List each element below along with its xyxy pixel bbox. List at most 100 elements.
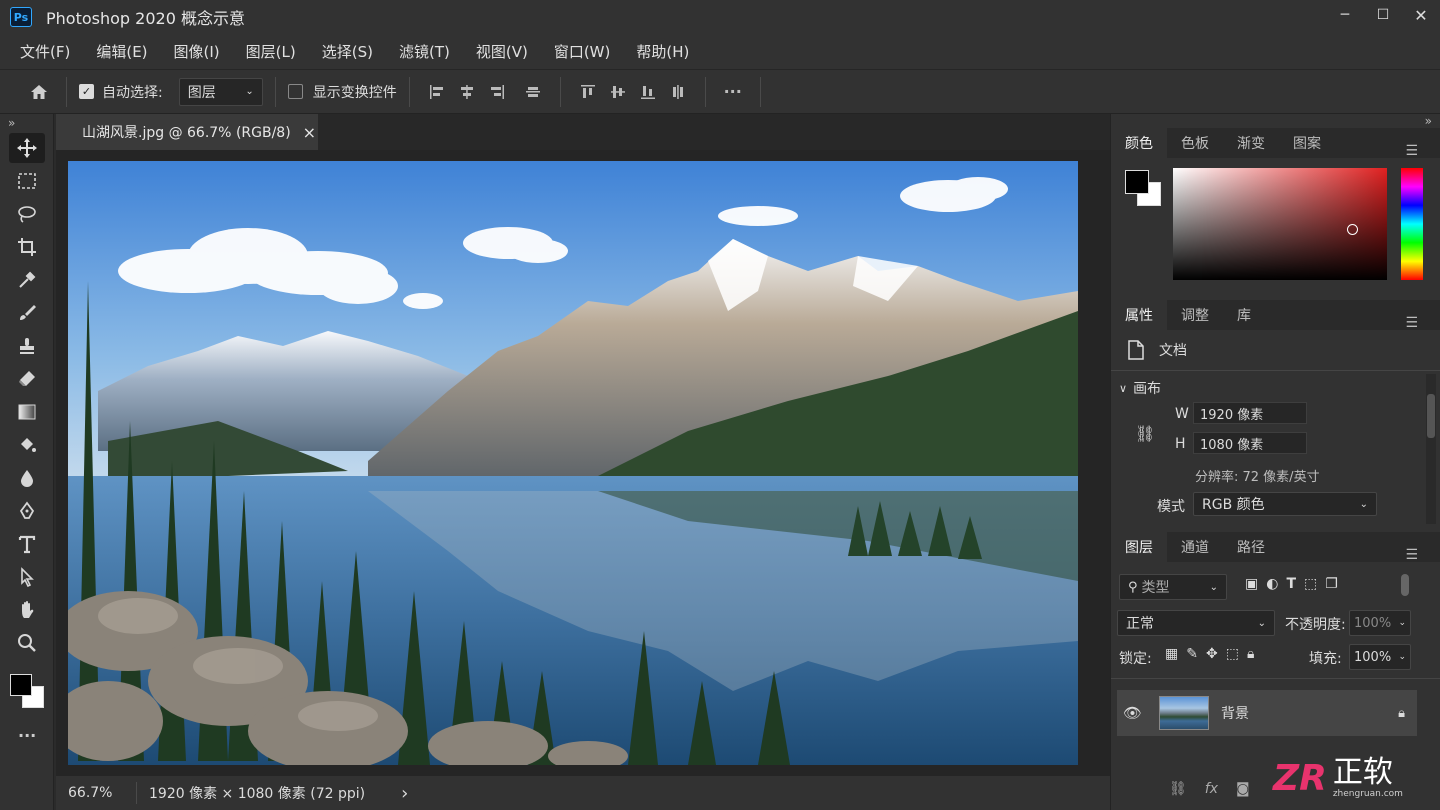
canvas-background (56, 150, 1110, 776)
menu-window[interactable]: 窗口(W) (554, 41, 611, 62)
lock-transparent-icon[interactable]: ▦ (1165, 646, 1178, 662)
layer-row[interactable]: 👁︎ 背景 🔒︎ (1117, 690, 1417, 736)
align-bottom-icon[interactable] (633, 77, 663, 107)
add-mask-icon[interactable]: ◙ (1236, 781, 1250, 797)
crop-tool-icon[interactable] (9, 232, 45, 262)
menu-image[interactable]: 图像(I) (174, 41, 220, 62)
marquee-tool-icon[interactable] (9, 166, 45, 196)
lock-all-icon[interactable]: 🔒︎ (1247, 646, 1254, 662)
width-label: W (1175, 406, 1189, 422)
distribute-v-icon[interactable] (663, 77, 693, 107)
lasso-tool-icon[interactable] (9, 199, 45, 229)
tab-properties[interactable]: 属性 (1111, 300, 1167, 330)
menu-view[interactable]: 视图(V) (476, 41, 528, 62)
zoom-level[interactable]: 66.7% (68, 785, 124, 801)
menu-layer[interactable]: 图层(L) (246, 41, 296, 62)
tab-paths[interactable]: 路径 (1223, 532, 1279, 562)
align-center-h-icon[interactable] (452, 77, 482, 107)
path-selection-tool-icon[interactable] (9, 562, 45, 592)
paint-bucket-tool-icon[interactable] (9, 430, 45, 460)
pen-tool-icon[interactable] (9, 496, 45, 526)
blur-tool-icon[interactable] (9, 463, 45, 493)
move-tool-icon[interactable] (9, 133, 45, 163)
collapse-panels-icon[interactable]: » (1111, 114, 1440, 128)
tab-adjustments[interactable]: 调整 (1167, 300, 1223, 330)
menu-help[interactable]: 帮助(H) (636, 41, 689, 62)
hue-slider[interactable] (1401, 168, 1423, 280)
align-middle-v-icon[interactable] (603, 77, 633, 107)
document-tab[interactable]: 山湖风景.jpg @ 66.7% (RGB/8) × (56, 114, 318, 150)
eraser-tool-icon[interactable] (9, 364, 45, 394)
document-canvas[interactable] (68, 161, 1078, 765)
layer-lock-icon[interactable]: 🔒︎ (1398, 706, 1405, 721)
link-dimensions-icon[interactable]: ⛓ (1135, 424, 1155, 443)
stamp-tool-icon[interactable] (9, 331, 45, 361)
auto-select-checkbox[interactable]: ✓ (79, 84, 94, 99)
lock-artboard-icon[interactable]: ⬚ (1226, 646, 1239, 662)
blend-mode-dropdown[interactable]: 正常 ⌄ (1117, 610, 1275, 636)
auto-select-target-value: 图层 (187, 84, 216, 101)
panel-fg-swatch[interactable] (1125, 170, 1149, 194)
filter-type-icon[interactable]: T (1286, 576, 1296, 592)
lock-position-icon[interactable]: ✥ (1206, 646, 1218, 662)
opacity-field[interactable]: 100% ⌄ (1349, 610, 1411, 636)
brush-tool-icon[interactable] (9, 298, 45, 328)
hand-tool-icon[interactable] (9, 595, 45, 625)
properties-scrollbar[interactable] (1426, 374, 1436, 524)
tab-patterns[interactable]: 图案 (1279, 128, 1335, 158)
fill-field[interactable]: 100% ⌄ (1349, 644, 1411, 670)
tab-gradients[interactable]: 渐变 (1223, 128, 1279, 158)
edit-toolbar-icon[interactable]: ··· (18, 726, 53, 745)
document-label: 文档 (1159, 343, 1187, 359)
close-window-button[interactable]: ✕ (1402, 0, 1440, 30)
layer-style-icon[interactable]: fx (1205, 781, 1218, 797)
more-options-icon[interactable]: ··· (718, 77, 748, 107)
maximize-button[interactable]: ☐ (1364, 0, 1402, 30)
filter-shape-icon[interactable]: ⬚ (1304, 576, 1317, 592)
blend-mode-value: 正常 (1126, 616, 1154, 632)
menu-filter[interactable]: 滤镜(T) (399, 41, 450, 62)
color-spectrum-field[interactable] (1173, 168, 1387, 280)
type-tool-icon[interactable] (9, 529, 45, 559)
eyedropper-tool-icon[interactable] (9, 265, 45, 295)
layer-filter-dropdown[interactable]: ⚲ 类型 ⌄ (1119, 574, 1227, 600)
lock-label: 锁定: (1119, 651, 1152, 667)
lock-image-icon[interactable]: ✎ (1186, 646, 1198, 662)
auto-select-target-dropdown[interactable]: 图层 ⌄ (178, 77, 263, 106)
foreground-color-swatch[interactable] (10, 674, 32, 696)
tab-channels[interactable]: 通道 (1167, 532, 1223, 562)
eye-icon[interactable]: 👁︎ (1123, 704, 1145, 722)
color-mode-dropdown[interactable]: RGB 颜色 ⌄ (1193, 492, 1377, 516)
photoshop-logo: Ps (10, 7, 32, 27)
collapse-toolbar-icon[interactable]: » (8, 116, 53, 130)
align-top-icon[interactable] (573, 77, 603, 107)
tab-layers[interactable]: 图层 (1111, 532, 1167, 562)
menu-select[interactable]: 选择(S) (322, 41, 373, 62)
width-field[interactable]: 1920 像素 (1193, 402, 1307, 424)
filter-smart-object-icon[interactable]: ❐ (1325, 576, 1338, 592)
align-right-icon[interactable] (482, 77, 512, 107)
chevron-down-icon: ⌄ (1257, 617, 1266, 629)
home-icon[interactable] (24, 77, 54, 107)
gradient-tool-icon[interactable] (9, 397, 45, 427)
status-menu-arrow[interactable]: › (401, 783, 408, 804)
menu-file[interactable]: 文件(F) (20, 41, 70, 62)
chevron-down-icon[interactable]: ∨ (1119, 382, 1127, 395)
color-picker-handle[interactable] (1347, 224, 1358, 235)
tab-color[interactable]: 颜色 (1111, 128, 1167, 158)
link-layers-icon[interactable]: ⛓ (1169, 781, 1187, 797)
filter-toggle-icon[interactable] (1401, 574, 1409, 596)
tab-swatches[interactable]: 色板 (1167, 128, 1223, 158)
zoom-tool-icon[interactable] (9, 628, 45, 658)
height-field[interactable]: 1080 像素 (1193, 432, 1307, 454)
tab-libraries[interactable]: 库 (1223, 300, 1265, 330)
menu-edit[interactable]: 编辑(E) (96, 41, 147, 62)
close-tab-icon[interactable]: × (303, 123, 316, 142)
filter-adjustment-icon[interactable]: ◐ (1266, 576, 1278, 592)
color-swatches[interactable] (8, 672, 48, 712)
minimize-button[interactable]: ─ (1326, 0, 1364, 30)
distribute-icon[interactable] (518, 77, 548, 107)
filter-pixel-icon[interactable]: ▣ (1245, 576, 1258, 592)
show-transform-checkbox[interactable] (287, 84, 303, 99)
align-left-icon[interactable] (422, 77, 452, 107)
